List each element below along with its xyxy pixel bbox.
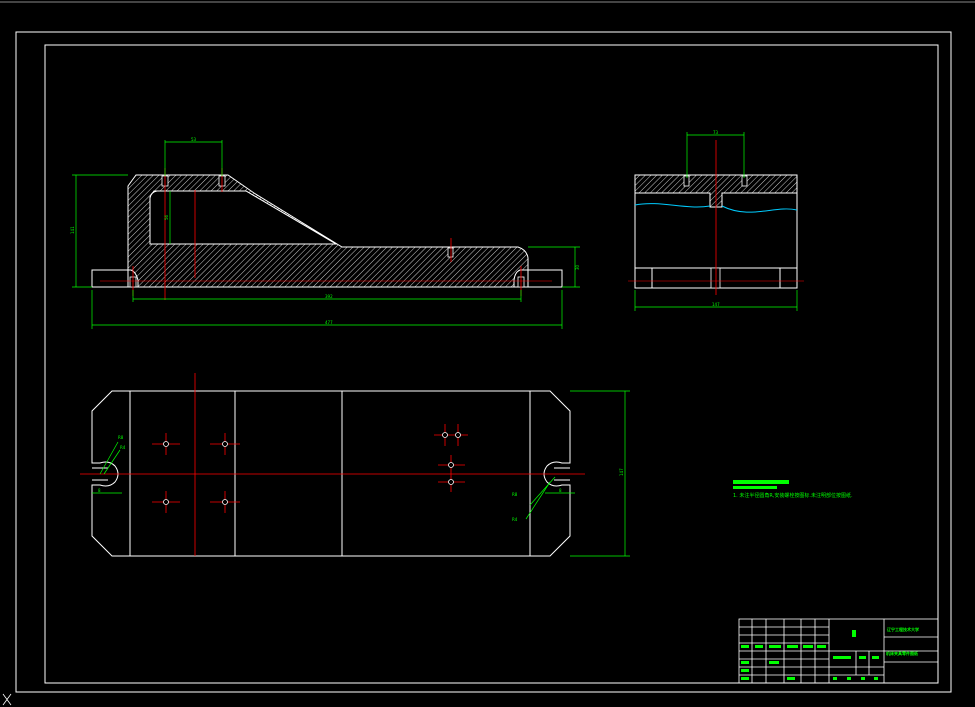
side-dim-top: 73 — [713, 130, 719, 135]
plan-dim-slot-right: 8 — [559, 488, 562, 493]
dim-right-height: 30 — [575, 264, 580, 270]
dim-inner-height: 56 — [164, 214, 169, 220]
dim-overall-height: 141 — [70, 226, 75, 234]
plan-outline — [91, 390, 571, 557]
side-bolt-left — [683, 175, 690, 187]
plan-dim-r8-right: R8 — [512, 492, 518, 497]
technical-notes: 1. 未注半径圆角R,安装螺栓按图标.未注明部位按图纸. — [733, 480, 853, 499]
plan-dim-slot-left: 8 — [98, 488, 101, 493]
side-bolt-right — [741, 175, 748, 187]
notes-title-bar — [733, 480, 789, 484]
side-view: 73 147 — [628, 130, 804, 311]
side-bolt-bottom — [710, 267, 721, 289]
plan-dim-height: 147 — [619, 468, 624, 476]
dim-inner-length: 392 — [325, 294, 333, 299]
ucs-icon — [2, 693, 12, 706]
front-inner-cavity — [149, 190, 338, 245]
front-left-foot — [91, 269, 129, 288]
front-bolt-mid — [447, 247, 454, 258]
title-block-mark — [852, 630, 856, 637]
title-block-school: 辽宁工程技术大学 — [887, 626, 919, 632]
front-right-foot — [527, 269, 563, 288]
side-dim-width: 147 — [712, 302, 720, 307]
notes-line-1: 1. 未注半径圆角R,安装螺栓按图标.未注明部位按图纸. — [733, 492, 853, 499]
plan-dim-r4-left: R4 — [120, 445, 126, 450]
dim-overall-length: 477 — [325, 320, 333, 325]
inner-border — [44, 44, 939, 684]
plan-dim-r8-left: R8 — [118, 435, 124, 440]
plan-view: R8 R4 8 R8 R4 8 147 — [80, 373, 630, 557]
front-view: 53 141 56 30 392 477 — [70, 137, 580, 329]
dim-top-width: 53 — [191, 137, 197, 142]
notes-subtitle-bar — [733, 486, 777, 489]
outer-border — [15, 31, 952, 693]
plan-holes — [152, 424, 468, 513]
cad-drawing-canvas: 53 141 56 30 392 477 73 147 R8 R4 8 R8 R… — [0, 1, 975, 706]
title-block-drawing-name: 机床夹具零件图纸 — [886, 650, 918, 656]
plan-dim-r4-right: R4 — [512, 517, 518, 522]
